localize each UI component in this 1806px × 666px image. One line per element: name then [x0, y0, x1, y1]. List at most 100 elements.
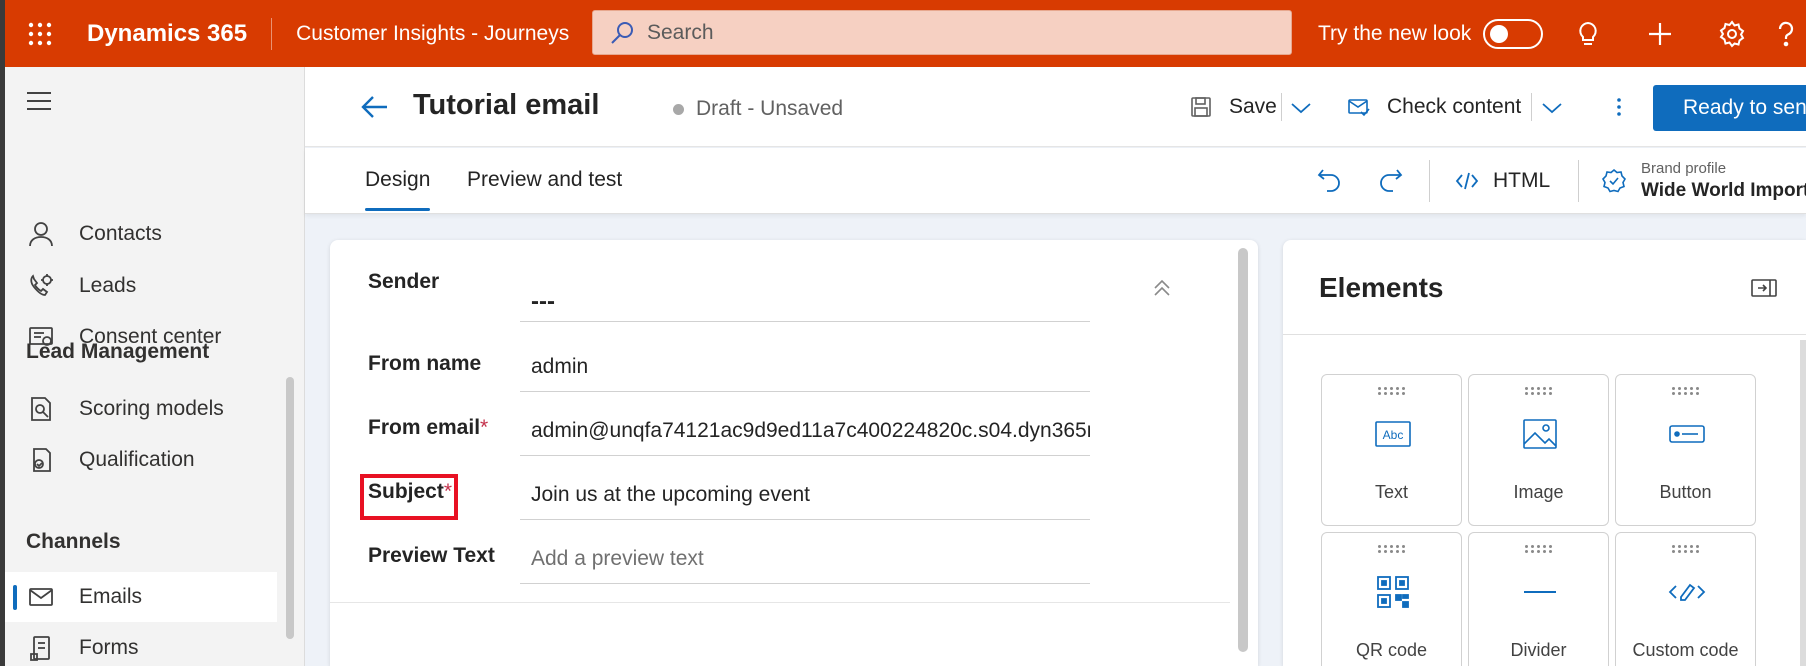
more-options-icon[interactable] — [1607, 87, 1631, 127]
ready-to-send-button[interactable]: Ready to send — [1653, 85, 1806, 131]
drag-handle-icon[interactable] — [1378, 387, 1408, 397]
panel-scrollbar[interactable] — [1800, 340, 1806, 666]
lightbulb-icon[interactable] — [1558, 0, 1618, 67]
scoring-icon — [25, 393, 57, 425]
sidebar-scrollbar[interactable] — [286, 377, 294, 639]
from-name-label: From name — [368, 352, 482, 375]
sidebar: Contacts Leads Consent center Lead Manag… — [5, 67, 305, 666]
sidebar-item-leads[interactable]: Leads — [5, 261, 277, 311]
area-name[interactable]: Customer Insights - Journeys — [272, 22, 589, 46]
try-new-look-label: Try the new look — [1318, 21, 1472, 45]
app-launcher-icon[interactable] — [5, 0, 75, 67]
sidebar-item-contacts[interactable]: Contacts — [5, 209, 277, 259]
element-tile-qr-code[interactable]: QR code — [1321, 532, 1462, 666]
tab-preview-and-test[interactable]: Preview and test — [467, 168, 622, 192]
check-content-dropdown-chevron-icon[interactable] — [1540, 87, 1564, 127]
back-arrow-icon[interactable] — [360, 92, 390, 122]
plus-icon[interactable] — [1630, 0, 1690, 67]
element-tile-button[interactable]: Button — [1615, 374, 1756, 526]
qr-code-icon — [1377, 576, 1409, 608]
status-dot — [673, 103, 684, 115]
sidebar-item-scoring-models[interactable]: Scoring models — [5, 384, 277, 434]
tile-label: Image — [1513, 482, 1564, 502]
element-tile-image[interactable]: Image — [1468, 374, 1609, 526]
element-tile-divider[interactable]: Divider — [1468, 532, 1609, 666]
collapse-panel-icon[interactable] — [1750, 276, 1778, 300]
search-input[interactable] — [647, 20, 1247, 45]
tile-label: QR code — [1355, 640, 1428, 660]
save-icon — [1191, 97, 1211, 117]
new-look-toggle[interactable] — [1483, 18, 1544, 49]
svg-text:Abc: Abc — [1383, 428, 1404, 442]
from-name-field[interactable]: admin — [520, 342, 1090, 392]
image-icon — [1523, 419, 1557, 449]
check-content-button[interactable]: Check content — [1347, 87, 1521, 127]
leads-icon — [25, 270, 57, 302]
separator — [1429, 160, 1430, 202]
from-email-label: From email* — [368, 416, 488, 440]
sidebar-item-qualification[interactable]: Qualification — [5, 435, 277, 485]
text-icon: Abc — [1375, 421, 1411, 447]
tile-label: Text — [1374, 482, 1408, 502]
from-name-row: From name admin — [330, 334, 1230, 398]
hamburger-icon[interactable] — [25, 89, 53, 113]
search-box[interactable] — [592, 10, 1292, 55]
command-header: Tutorial email Draft - Unsaved Save Chec… — [305, 67, 1806, 147]
drag-handle-icon[interactable] — [1525, 545, 1555, 555]
save-dropdown-chevron-icon[interactable] — [1289, 87, 1313, 127]
help-icon[interactable] — [1772, 0, 1806, 67]
save-button[interactable]: Save — [1189, 87, 1277, 127]
gear-icon[interactable] — [1702, 0, 1762, 67]
preview-text-field[interactable]: Add a preview text — [520, 534, 1090, 584]
brand-badge-icon[interactable] — [1601, 168, 1627, 194]
html-button[interactable]: HTML — [1455, 161, 1550, 201]
element-tile-text[interactable]: Abc Text — [1321, 374, 1462, 526]
required-marker: * — [480, 416, 489, 439]
html-label: HTML — [1493, 169, 1551, 192]
search-icon — [611, 21, 633, 44]
divider — [1283, 334, 1806, 335]
email-settings-card: Sender --- From name admin From email* a… — [330, 240, 1258, 666]
sidebar-item-label: Forms — [79, 636, 139, 659]
collapse-chevron-icon[interactable] — [1150, 276, 1174, 300]
drag-handle-icon[interactable] — [1525, 387, 1555, 397]
sidebar-item-forms[interactable]: Forms — [5, 623, 277, 666]
button-icon — [1669, 425, 1705, 443]
elements-title: Elements — [1319, 272, 1444, 303]
separator — [1578, 160, 1579, 202]
undo-icon[interactable] — [1315, 166, 1345, 196]
page-title: Tutorial email — [413, 89, 600, 121]
subject-row: Subject* Join us at the upcoming event — [330, 462, 1230, 526]
elements-panel: Elements Abc Text Image Button QR code D… — [1283, 240, 1806, 666]
drag-handle-icon[interactable] — [1672, 545, 1702, 555]
sidebar-item-label: Qualification — [79, 448, 195, 471]
preview-text-label: Preview Text — [368, 544, 495, 567]
tile-label: Button — [1659, 482, 1712, 502]
tile-label: Divider — [1510, 640, 1567, 660]
check-mail-icon — [1348, 99, 1370, 117]
sidebar-item-label: Emails — [79, 585, 143, 608]
card-scrollbar[interactable] — [1238, 248, 1248, 652]
from-email-field[interactable]: admin@unqfa74121ac9d9ed11a7c400224820c.s… — [520, 406, 1090, 456]
mail-icon — [25, 581, 57, 613]
save-label: Save — [1229, 95, 1277, 118]
brand-profile-value[interactable]: Wide World Importers — [1641, 180, 1806, 202]
custom-code-icon — [1668, 583, 1706, 601]
drag-handle-icon[interactable] — [1672, 387, 1702, 397]
separator — [1281, 93, 1282, 121]
drag-handle-icon[interactable] — [1378, 545, 1408, 555]
sidebar-item-label: Leads — [79, 274, 137, 297]
subject-field[interactable]: Join us at the upcoming event — [520, 470, 1090, 520]
redo-icon[interactable] — [1375, 166, 1405, 196]
contact-icon — [25, 218, 57, 250]
brand-profile-label: Brand profile — [1641, 160, 1727, 177]
tab-design[interactable]: Design — [365, 168, 431, 211]
qualification-icon — [25, 444, 57, 476]
sidebar-item-label: Contacts — [79, 222, 162, 245]
sidebar-item-label: Scoring models — [79, 397, 224, 420]
sidebar-item-emails[interactable]: Emails — [5, 572, 277, 622]
divider-icon — [1524, 591, 1556, 593]
app-name[interactable]: Dynamics 365 — [75, 17, 273, 50]
element-tile-custom-code[interactable]: Custom code — [1615, 532, 1756, 666]
sender-field[interactable]: --- — [520, 272, 1090, 322]
